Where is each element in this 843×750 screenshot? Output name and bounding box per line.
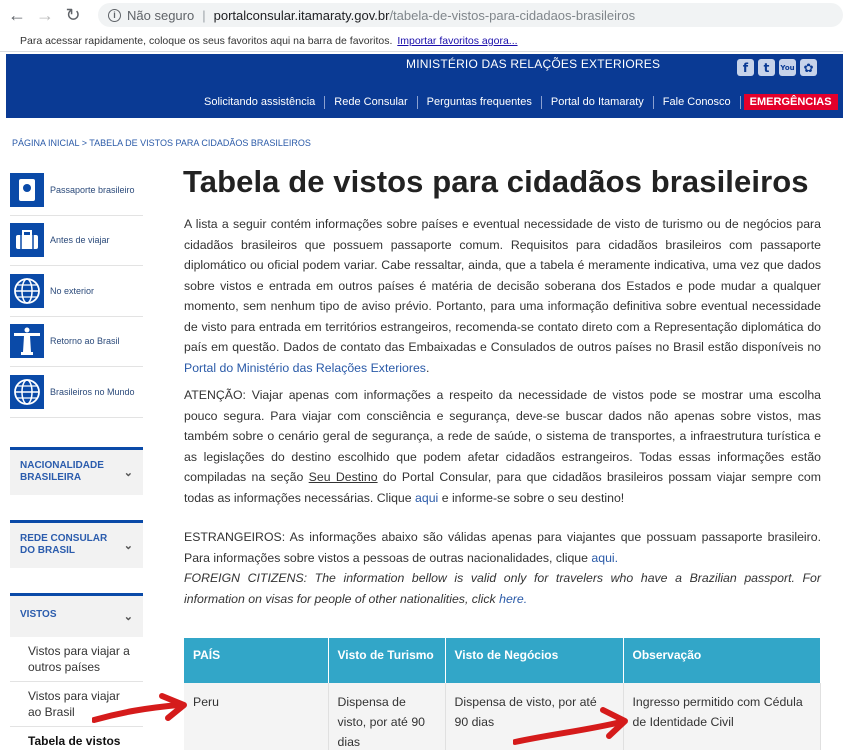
bookmarks-bar: Para acessar rapidamente, coloque os seu… xyxy=(0,30,843,52)
social-links: f t You ✿ xyxy=(737,59,817,76)
attention-paragraph: ATENÇÃO: Viajar apenas com informações a… xyxy=(184,385,821,508)
accordion-nacionalidade[interactable]: NACIONALIDADE BRASILEIRA ⌄ xyxy=(10,447,143,495)
nav-solicitando-assistencia[interactable]: Solicitando assistência xyxy=(195,95,326,109)
accordion-rede-consular[interactable]: REDE CONSULAR DO BRASIL ⌄ xyxy=(10,520,143,568)
globe-icon xyxy=(10,273,44,308)
submenu-vistos-brasil[interactable]: Vistos para viajar ao Brasil xyxy=(10,682,143,727)
christ-statue-icon xyxy=(10,324,44,359)
sidebar-item-label: Antes de viajar xyxy=(50,235,110,246)
security-label: Não seguro xyxy=(127,7,195,23)
site-header: MINISTÉRIO DAS RELAÇÕES EXTERIORES f t Y… xyxy=(0,54,843,118)
sidebar-item-passaporte[interactable]: Passaporte brasileiro xyxy=(10,165,143,216)
sidebar-item-label: Passaporte brasileiro xyxy=(50,184,135,195)
portal-mre-link[interactable]: Portal do Ministério das Relações Exteri… xyxy=(184,361,426,375)
column-header-observacao: Observação xyxy=(623,638,821,683)
foreign-citizens-paragraph: FOREIGN CITIZENS: The information bellow… xyxy=(184,568,821,609)
column-header-pais: PAÍS xyxy=(184,638,329,683)
sidebar-item-label: Retorno ao Brasil xyxy=(50,336,120,347)
column-header-negocios: Visto de Negócios xyxy=(445,638,624,683)
chevron-down-icon: ⌄ xyxy=(123,539,133,552)
intro-text: A lista a seguir contém informações sobr… xyxy=(184,217,821,354)
nav-perguntas-frequentes[interactable]: Perguntas frequentes xyxy=(418,95,542,109)
table-header-row: PAÍS Visto de Turismo Visto de Negócios … xyxy=(184,638,821,683)
back-arrow-icon[interactable]: ← xyxy=(6,4,28,26)
column-header-turismo: Visto de Turismo xyxy=(328,638,446,683)
sidebar-item-label: Brasileiros no Mundo xyxy=(50,386,135,397)
sidebar-item-no-exterior[interactable]: No exterior xyxy=(10,266,143,317)
forward-arrow-icon[interactable]: → xyxy=(34,4,56,26)
header-edge xyxy=(0,54,6,118)
accordion-vistos[interactable]: VISTOS ⌄ xyxy=(10,593,143,637)
foreigners-text: ESTRANGEIROS: As informações abaixo são … xyxy=(184,530,821,565)
breadcrumb[interactable]: PÁGINA INICIAL > TABELA DE VISTOS PARA C… xyxy=(12,138,311,148)
address-separator: | xyxy=(202,7,206,23)
foreigners-paragraph: ESTRANGEIROS: As informações abaixo são … xyxy=(184,527,821,568)
chevron-down-icon: ⌄ xyxy=(123,466,133,479)
accordion-label: REDE CONSULAR DO BRASIL xyxy=(20,533,108,556)
foreign-here-link[interactable]: here. xyxy=(499,592,527,606)
cell-negocios: Dispensa de visto, por até 90 dias xyxy=(445,683,624,750)
facebook-icon[interactable]: f xyxy=(737,59,754,76)
page-title: Tabela de vistos para cidadãos brasileir… xyxy=(183,164,809,199)
emergency-button[interactable]: EMERGÊNCIAS xyxy=(743,94,838,110)
suitcase-icon xyxy=(10,223,44,258)
youtube-icon[interactable]: You xyxy=(779,59,796,76)
foreigners-aqui-link[interactable]: aqui. xyxy=(591,551,618,565)
url-host: portalconsular.itamaraty.gov.br xyxy=(213,7,390,23)
twitter-icon[interactable]: t xyxy=(758,59,775,76)
intro-paragraph: A lista a seguir contém informações sobr… xyxy=(184,214,821,378)
seu-destino-link[interactable]: Seu Destino xyxy=(309,470,378,484)
top-navigation: Solicitando assistência Rede Consular Pe… xyxy=(195,94,838,110)
aqui-destino-link[interactable]: aqui xyxy=(415,491,438,505)
reload-icon[interactable]: ↻ xyxy=(62,4,84,26)
visa-table: PAÍS Visto de Turismo Visto de Negócios … xyxy=(184,638,821,750)
attention-text-end: e informe-se sobre o seu destino! xyxy=(438,490,625,505)
passport-icon xyxy=(10,172,44,207)
ministry-title: MINISTÉRIO DAS RELAÇÕES EXTERIORES xyxy=(406,57,661,71)
address-bar[interactable]: i Não seguro | portalconsular.itamaraty.… xyxy=(98,3,843,27)
url-path: /tabela-de-vistos-para-cidadaos-brasilei… xyxy=(389,7,636,23)
vistos-submenu: Vistos para viajar a outros países Visto… xyxy=(10,637,143,750)
intro-end: . xyxy=(425,360,430,375)
chevron-down-icon: ⌄ xyxy=(123,610,133,623)
submenu-tabela-vistos[interactable]: Tabela de vistos xyxy=(10,727,143,750)
sidebar-item-label: No exterior xyxy=(50,285,95,296)
import-bookmarks-link[interactable]: Importar favoritos agora... xyxy=(397,35,517,47)
table-row: Peru Dispensa de visto, por até 90 dias … xyxy=(184,683,821,750)
cell-turismo: Dispensa de visto, por até 90 dias xyxy=(328,683,446,750)
nav-rede-consular[interactable]: Rede Consular xyxy=(325,95,418,109)
nav-portal-itamaraty[interactable]: Portal do Itamaraty xyxy=(542,95,654,109)
flickr-icon[interactable]: ✿ xyxy=(800,59,817,76)
cell-pais: Peru xyxy=(184,683,329,750)
accordion-label: NACIONALIDADE BRASILEIRA xyxy=(20,460,104,483)
browser-toolbar: ← → ↻ i Não seguro | portalconsular.itam… xyxy=(0,0,843,30)
nav-fale-conosco[interactable]: Fale Conosco xyxy=(654,95,741,109)
submenu-vistos-outros-paises[interactable]: Vistos para viajar a outros países xyxy=(10,637,143,682)
sidebar-item-antes-de-viajar[interactable]: Antes de viajar xyxy=(10,216,143,266)
bookmarks-text: Para acessar rapidamente, coloque os seu… xyxy=(20,35,393,47)
cell-observacao: Ingresso permitido com Cédula de Identid… xyxy=(623,683,821,750)
globe-icon xyxy=(10,374,44,409)
info-icon[interactable]: i xyxy=(108,8,121,22)
sidebar-icon-list: Passaporte brasileiro Antes de viajar No… xyxy=(10,165,143,418)
sidebar-item-brasileiros-no-mundo[interactable]: Brasileiros no Mundo xyxy=(10,367,143,418)
accordion-label: VISTOS xyxy=(20,609,57,620)
sidebar-item-retorno[interactable]: Retorno ao Brasil xyxy=(10,317,143,367)
